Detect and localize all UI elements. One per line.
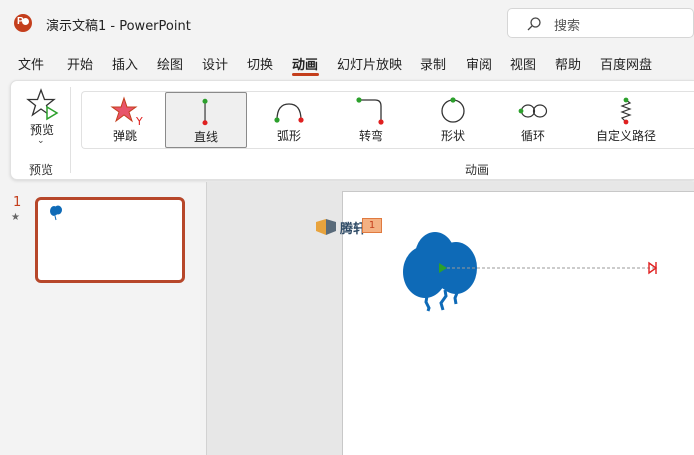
active-tab-indicator: [292, 73, 319, 76]
tab-baidu-netdisk[interactable]: 百度网盘: [600, 54, 652, 73]
chevron-down-icon[interactable]: ⌄: [37, 136, 45, 146]
anim-arc[interactable]: 弧形: [250, 92, 328, 148]
search-placeholder: 搜索: [554, 19, 581, 34]
path-start-marker: [439, 263, 447, 273]
tab-design[interactable]: 设计: [202, 54, 228, 73]
tab-transitions[interactable]: 切换: [247, 54, 273, 73]
ribbon-divider: [70, 87, 71, 173]
balloon-thumb-icon: [50, 205, 62, 221]
window-title: 演示文稿1 - PowerPoint: [46, 19, 191, 34]
slide-thumbnail[interactable]: [35, 197, 185, 283]
tab-slideshow[interactable]: 幻灯片放映: [337, 54, 402, 73]
preview-group-label: 预览: [29, 163, 54, 177]
search-box[interactable]: 搜索: [507, 8, 694, 38]
loop-path-icon: [518, 104, 548, 118]
shape-path-icon: [441, 97, 465, 123]
bounce-star-icon: Y: [110, 96, 143, 126]
anim-loop-label: 循环: [520, 129, 545, 143]
anim-loop[interactable]: 循环: [494, 92, 572, 148]
anim-arc-label: 弧形: [276, 129, 301, 143]
anim-turn[interactable]: 转弯: [332, 92, 410, 148]
animation-group-label: 动画: [465, 163, 490, 177]
slide-number: 1: [13, 195, 22, 210]
anim-line[interactable]: 直线: [165, 92, 247, 148]
anim-bounce-label: 弹跳: [112, 129, 137, 143]
line-path-icon: [202, 98, 208, 126]
tab-review[interactable]: 审阅: [466, 54, 492, 73]
anim-custom-path[interactable]: 自定义路径: [576, 92, 676, 148]
search-icon: [527, 17, 541, 31]
slide-canvas[interactable]: [342, 191, 694, 455]
tab-animations[interactable]: 动画: [292, 54, 318, 73]
motion-path[interactable]: [436, 261, 660, 275]
anim-custom-path-label: 自定义路径: [595, 129, 656, 143]
custom-path-icon: [620, 97, 632, 125]
watermark-logo-icon: [316, 219, 336, 235]
anim-shape-label: 形状: [440, 129, 465, 143]
anim-bounce[interactable]: Y 弹跳: [88, 92, 162, 148]
tab-draw[interactable]: 绘图: [157, 54, 183, 73]
title-bar: P 演示文稿1 - PowerPoint 搜索: [0, 0, 694, 46]
tab-file[interactable]: 文件: [18, 54, 44, 73]
tab-home[interactable]: 开始: [67, 54, 93, 73]
animation-star-icon: ★: [11, 212, 20, 223]
anim-turn-label: 转弯: [358, 129, 383, 143]
arc-path-icon: [274, 103, 304, 123]
ribbon-panel: 预览 ⌄ 预览 Y 弹跳 直线 弧形 转弯 形状 循环 自定义路径 动画: [10, 80, 694, 180]
anim-line-label: 直线: [193, 130, 218, 144]
preview-star-icon: [26, 88, 59, 121]
powerpoint-logo-icon: P: [14, 14, 32, 32]
ribbon-tabs: 文件 开始 插入 绘图 设计 切换 动画 幻灯片放映 录制 审阅 视图 帮助 百…: [0, 50, 694, 78]
svg-text:Y: Y: [135, 115, 143, 126]
tab-insert[interactable]: 插入: [112, 54, 138, 73]
animation-order-tag[interactable]: 1: [362, 218, 382, 233]
tab-help[interactable]: 帮助: [555, 54, 581, 73]
turn-path-icon: [356, 97, 384, 125]
tab-record[interactable]: 录制: [420, 54, 446, 73]
animation-gallery: Y 弹跳 直线 弧形 转弯 形状 循环 自定义路径: [81, 91, 694, 149]
anim-shape[interactable]: 形状: [414, 92, 492, 148]
preview-button[interactable]: 预览 ⌄: [25, 87, 59, 149]
tab-view[interactable]: 视图: [510, 54, 536, 73]
